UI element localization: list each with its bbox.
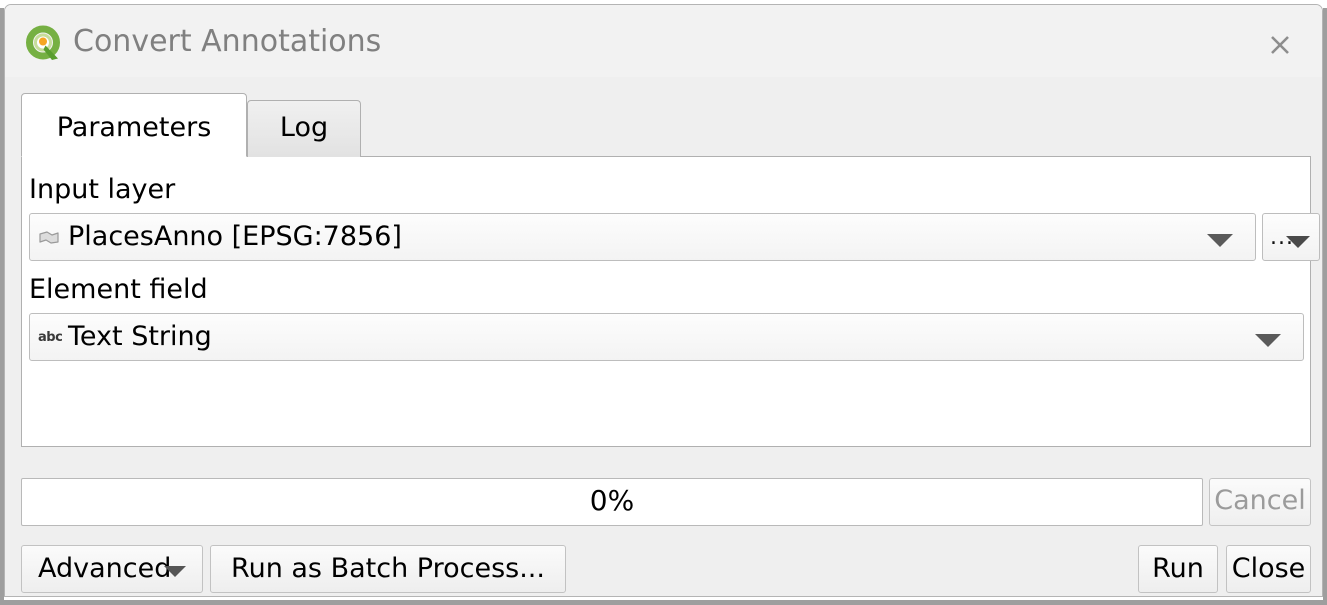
window-edge-bottom [0, 600, 1327, 605]
tab-bar: Parameters Log [21, 93, 1311, 157]
advanced-label: Advanced [38, 553, 172, 584]
window-edge-right [1323, 8, 1327, 600]
input-layer-browse-button[interactable]: ... [1262, 213, 1320, 261]
chevron-down-icon [1255, 334, 1281, 347]
input-layer-combobox[interactable]: PlacesAnno [EPSG:7856] [29, 213, 1256, 261]
close-icon[interactable] [1260, 25, 1300, 65]
parameters-panel: Input layer PlacesAnno [EPSG:7856] ... E… [21, 156, 1320, 447]
tab-parameters[interactable]: Parameters [21, 93, 247, 157]
convert-annotations-dialog: Convert Annotations Parameters Log Input… [4, 4, 1323, 597]
progress-bar: 0% [21, 478, 1203, 526]
qgis-logo-icon [25, 25, 65, 65]
annotation-layer-icon [38, 230, 60, 246]
element-field-value: Text String [68, 321, 212, 352]
dialog-titlebar: Convert Annotations [5, 5, 1322, 77]
abc-text-field-icon: abc [38, 330, 63, 345]
chevron-down-icon [164, 566, 186, 577]
run-as-batch-process-button[interactable]: Run as Batch Process... [210, 545, 566, 593]
close-button[interactable]: Close [1226, 545, 1311, 593]
chevron-down-icon [1207, 234, 1233, 247]
dialog-title: Convert Annotations [73, 24, 382, 59]
progress-percent-label: 0% [589, 484, 635, 517]
element-field-combobox[interactable]: abc Text String [29, 313, 1304, 361]
run-button[interactable]: Run [1138, 545, 1218, 593]
tab-log[interactable]: Log [247, 100, 361, 157]
input-layer-value: PlacesAnno [EPSG:7856] [68, 221, 402, 252]
advanced-button[interactable]: Advanced [21, 545, 203, 593]
chevron-down-icon [1286, 236, 1310, 248]
element-field-label: Element field [29, 274, 208, 305]
input-layer-label: Input layer [29, 174, 176, 205]
cancel-button[interactable]: Cancel [1209, 478, 1311, 526]
